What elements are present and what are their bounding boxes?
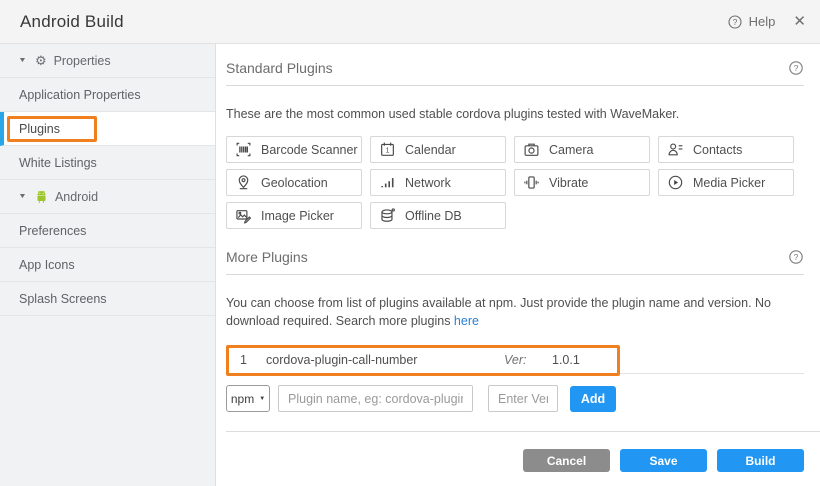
add-plugin-form: npm ▼ Add bbox=[226, 385, 804, 412]
plugin-button-camera[interactable]: Camera bbox=[514, 136, 650, 163]
plugin-button-label: Barcode Scanner bbox=[261, 143, 358, 157]
sidebar-item-label: Application Properties bbox=[19, 88, 141, 102]
plugin-button-calendar[interactable]: 1 Calendar bbox=[370, 136, 506, 163]
main-panel: Standard Plugins ? These are the most co… bbox=[216, 44, 820, 486]
barcode-icon bbox=[235, 141, 252, 158]
cancel-button[interactable]: Cancel bbox=[523, 449, 610, 472]
chevron-down-icon: ▼ bbox=[259, 396, 265, 402]
sidebar-item-preferences[interactable]: Preferences bbox=[0, 214, 215, 248]
plugin-button-label: Network bbox=[405, 176, 451, 190]
plugin-button-geolocation[interactable]: Geolocation bbox=[226, 169, 362, 196]
help-button[interactable]: ? Help bbox=[727, 14, 776, 30]
svg-text:1: 1 bbox=[386, 148, 390, 155]
npm-search-link[interactable]: here bbox=[454, 314, 479, 328]
sidebar: ▼ ⚙ Properties Application Properties Pl… bbox=[0, 44, 216, 486]
plugin-button-network[interactable]: Network bbox=[370, 169, 506, 196]
standard-plugins-description: These are the most common used stable co… bbox=[226, 105, 804, 123]
plugin-button-label: Image Picker bbox=[261, 209, 334, 223]
plugin-source-value: npm bbox=[231, 392, 254, 406]
svg-text:?: ? bbox=[732, 17, 737, 27]
dialog-header: Android Build ? Help ✕ bbox=[0, 0, 820, 44]
standard-plugins-section: Standard Plugins ? These are the most co… bbox=[226, 60, 804, 229]
section-divider bbox=[226, 85, 804, 86]
vibrate-icon bbox=[523, 174, 540, 191]
plugin-button-image-picker[interactable]: Image Picker bbox=[226, 202, 362, 229]
plugin-button-label: Vibrate bbox=[549, 176, 588, 190]
plugin-button-media-picker[interactable]: Media Picker bbox=[658, 169, 794, 196]
chevron-down-icon: ▼ bbox=[18, 57, 27, 64]
sidebar-item-label: Splash Screens bbox=[19, 292, 107, 306]
chevron-down-icon: ▼ bbox=[18, 193, 27, 200]
dialog-title: Android Build bbox=[20, 12, 124, 32]
android-icon bbox=[35, 190, 48, 204]
offline-db-icon bbox=[379, 207, 396, 224]
plugin-button-label: Calendar bbox=[405, 143, 456, 157]
sidebar-group-android[interactable]: ▼ Android bbox=[0, 180, 215, 214]
sidebar-item-label: Properties bbox=[54, 54, 111, 68]
standard-plugins-grid: Barcode Scanner 1 Calendar Camera Contac… bbox=[226, 136, 804, 229]
build-button[interactable]: Build bbox=[717, 449, 804, 472]
plugin-button-contacts[interactable]: Contacts bbox=[658, 136, 794, 163]
sidebar-item-splash-screens[interactable]: Splash Screens bbox=[0, 282, 215, 316]
more-plugins-description-text: You can choose from list of plugins avai… bbox=[226, 296, 771, 328]
plugin-button-label: Geolocation bbox=[261, 176, 328, 190]
network-icon bbox=[379, 174, 396, 191]
plugin-row-version-label: Ver: bbox=[504, 353, 552, 367]
android-build-dialog: Android Build ? Help ✕ ▼ ⚙ Properties Ap… bbox=[0, 0, 820, 486]
help-label: Help bbox=[749, 14, 776, 29]
sidebar-item-app-icons[interactable]: App Icons bbox=[0, 248, 215, 282]
plugin-row-index: 1 bbox=[226, 353, 266, 367]
standard-plugins-title: Standard Plugins bbox=[226, 60, 333, 76]
plugin-button-label: Contacts bbox=[693, 143, 742, 157]
plugin-version-input[interactable] bbox=[488, 385, 558, 412]
plugin-button-vibrate[interactable]: Vibrate bbox=[514, 169, 650, 196]
media-picker-icon bbox=[667, 174, 684, 191]
geolocation-icon bbox=[235, 174, 252, 191]
plugin-table-row[interactable]: 1 cordova-plugin-call-number Ver: 1.0.1 bbox=[226, 347, 804, 374]
plugin-name-input[interactable] bbox=[278, 385, 473, 412]
close-icon[interactable]: ✕ bbox=[793, 14, 806, 29]
sidebar-item-label: App Icons bbox=[19, 258, 75, 272]
plugin-button-label: Media Picker bbox=[693, 176, 765, 190]
more-plugins-title: More Plugins bbox=[226, 249, 308, 265]
annotation-highlight-plugins: Plugins bbox=[7, 116, 97, 142]
plugin-source-select[interactable]: npm ▼ bbox=[226, 385, 270, 412]
sidebar-item-white-listings[interactable]: White Listings bbox=[0, 146, 215, 180]
plugin-button-label: Camera bbox=[549, 143, 593, 157]
plugin-button-offline-db[interactable]: Offline DB bbox=[370, 202, 506, 229]
plugin-row-version: 1.0.1 bbox=[552, 353, 612, 367]
gear-icon: ⚙ bbox=[35, 54, 47, 67]
svg-text:?: ? bbox=[794, 63, 799, 73]
standard-plugins-help-icon[interactable]: ? bbox=[788, 60, 804, 76]
more-plugins-help-icon[interactable]: ? bbox=[788, 249, 804, 265]
sidebar-item-label: Android bbox=[55, 190, 98, 204]
section-divider bbox=[226, 274, 804, 275]
sidebar-group-properties[interactable]: ▼ ⚙ Properties bbox=[0, 44, 215, 78]
camera-icon bbox=[523, 141, 540, 158]
svg-text:?: ? bbox=[794, 252, 799, 262]
plugin-row-name: cordova-plugin-call-number bbox=[266, 353, 504, 367]
plugin-button-barcode-scanner[interactable]: Barcode Scanner bbox=[226, 136, 362, 163]
image-picker-icon bbox=[235, 207, 252, 224]
more-plugins-section: More Plugins ? You can choose from list … bbox=[226, 229, 804, 412]
plugin-button-label: Offline DB bbox=[405, 209, 462, 223]
sidebar-item-label: White Listings bbox=[19, 156, 97, 170]
sidebar-item-plugins[interactable]: Plugins bbox=[0, 112, 215, 146]
sidebar-item-application-properties[interactable]: Application Properties bbox=[0, 78, 215, 112]
save-button[interactable]: Save bbox=[620, 449, 707, 472]
add-plugin-button[interactable]: Add bbox=[570, 386, 616, 412]
help-circle-icon: ? bbox=[727, 14, 743, 30]
more-plugins-description: You can choose from list of plugins avai… bbox=[226, 294, 804, 330]
sidebar-item-label: Plugins bbox=[19, 122, 60, 136]
dialog-footer: Cancel Save Build bbox=[226, 431, 804, 486]
calendar-icon: 1 bbox=[379, 141, 396, 158]
contacts-icon bbox=[667, 141, 684, 158]
sidebar-item-label: Preferences bbox=[19, 224, 86, 238]
